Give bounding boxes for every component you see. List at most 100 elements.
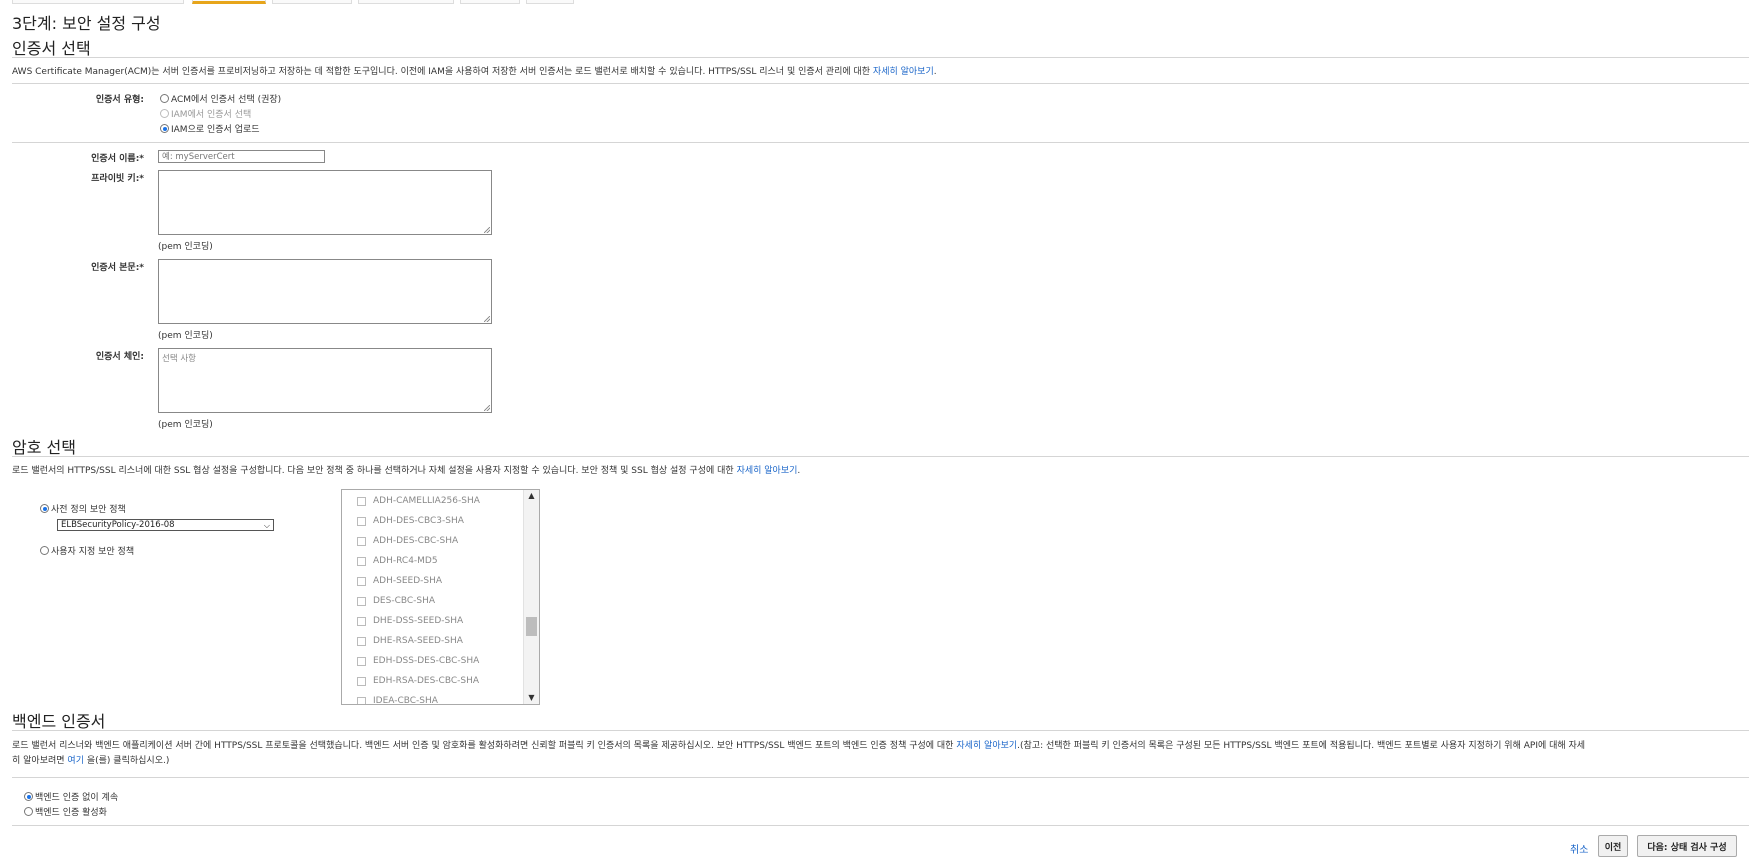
private-key-hint: (pem 인코딩): [158, 242, 213, 252]
cert-type-iam-upload-label: IAM으로 인증서 업로드: [171, 125, 260, 135]
radio-icon[interactable]: [24, 807, 33, 816]
checkbox-icon: [357, 696, 366, 704]
cipher-item: IDEA-CBC-SHA: [357, 696, 438, 705]
backend-no-auth-option[interactable]: 백엔드 인증 없이 계속: [24, 790, 118, 803]
security-policy-select[interactable]: ELBSecurityPolicy-2016-08 ⌵: [57, 519, 274, 531]
cert-learn-more-link[interactable]: 자세히 알아보기: [873, 67, 934, 77]
private-key-label: 프라이빗 키:*: [91, 174, 144, 184]
backend-auth-enable-option[interactable]: 백엔드 인증 활성화: [24, 805, 107, 818]
checkbox-icon: [357, 516, 366, 526]
cipher-label: ADH-CAMELLIA256-SHA: [373, 496, 480, 506]
cipher-label: DHE-RSA-SEED-SHA: [373, 636, 463, 646]
wizard-step-tab-active[interactable]: [192, 0, 266, 4]
cert-body-hint: (pem 인코딩): [158, 331, 213, 341]
checkbox-icon: [357, 536, 366, 546]
backend-no-auth-label: 백엔드 인증 없이 계속: [35, 793, 119, 803]
backend-description-text: 로드 밸런서 리스너와 백엔드 애플리케이션 서버 간에 HTTPS/SSL 프…: [12, 741, 954, 751]
checkbox-icon: [357, 616, 366, 626]
cert-type-acm-option[interactable]: ACM에서 인증서 선택 (권장): [160, 92, 281, 105]
cipher-learn-more-link[interactable]: 자세히 알아보기: [737, 466, 798, 476]
cipher-item: ADH-DES-CBC3-SHA: [357, 516, 464, 526]
cancel-link[interactable]: 취소: [1570, 841, 1588, 856]
wizard-step-tabs: [12, 0, 574, 4]
wizard-step-tab[interactable]: [526, 0, 574, 4]
page-title: 3단계: 보안 설정 구성: [12, 14, 161, 33]
checkbox-icon: [357, 676, 366, 686]
radio-icon[interactable]: [160, 124, 169, 133]
cipher-item: EDH-RSA-DES-CBC-SHA: [357, 676, 479, 686]
checkbox-icon: [357, 656, 366, 666]
backend-section-title: 백엔드 인증서: [12, 712, 106, 731]
cert-type-acm-label: ACM에서 인증서 선택 (권장): [171, 95, 282, 105]
divider: [12, 83, 1749, 84]
checkbox-icon: [357, 576, 366, 586]
wizard-step-tab[interactable]: [358, 0, 454, 4]
cipher-section-title: 암호 선택: [12, 438, 76, 457]
checkbox-icon: [357, 636, 366, 646]
radio-icon[interactable]: [40, 504, 49, 513]
cert-chain-hint: (pem 인코딩): [158, 420, 213, 430]
backend-description-line2-end: 을(를) 클릭하십시오.): [86, 756, 170, 766]
checkbox-icon: [357, 556, 366, 566]
next-health-check-button[interactable]: 다음: 상태 검사 구성: [1637, 835, 1737, 857]
radio-icon[interactable]: [24, 792, 33, 801]
cert-chain-textarea[interactable]: 선택 사항: [158, 348, 492, 413]
scroll-up-arrow-icon[interactable]: ▲: [524, 490, 539, 502]
checkbox-icon: [357, 596, 366, 606]
scroll-down-arrow-icon[interactable]: ▼: [524, 692, 539, 704]
chevron-down-icon: ⌵: [263, 521, 270, 530]
previous-button[interactable]: 이전: [1598, 835, 1628, 857]
private-key-textarea[interactable]: [158, 170, 492, 235]
cert-description-end: .: [933, 67, 937, 77]
cipher-item: DES-CBC-SHA: [357, 596, 435, 606]
cert-type-iam-upload-option[interactable]: IAM으로 인증서 업로드: [160, 122, 260, 135]
cipher-item: DHE-RSA-SEED-SHA: [357, 636, 463, 646]
cert-description-text: AWS Certificate Manager(ACM)는 서버 인증서를 프로…: [12, 67, 871, 77]
cert-body-textarea[interactable]: [158, 259, 492, 324]
cipher-item: ADH-SEED-SHA: [357, 576, 442, 586]
cipher-description-end: .: [797, 466, 801, 476]
cert-type-iam-select-option: IAM에서 인증서 선택: [160, 107, 251, 120]
security-policy-value: ELBSecurityPolicy-2016-08: [61, 520, 175, 530]
cipher-label: ADH-SEED-SHA: [373, 576, 443, 586]
divider: [12, 777, 1749, 778]
backend-section-description-line1: 로드 밸런서 리스너와 백엔드 애플리케이션 서버 간에 HTTPS/SSL 프…: [12, 738, 1585, 751]
radio-icon: [160, 109, 169, 118]
backend-here-link[interactable]: 여기: [67, 756, 84, 766]
cert-section-title: 인증서 선택: [12, 39, 91, 58]
divider: [12, 730, 1749, 731]
cipher-list-scrollbar[interactable]: ▲ ▼: [523, 490, 539, 704]
backend-learn-more-link[interactable]: 자세히 알아보기: [956, 741, 1017, 751]
backend-section-description-line2: 히 알아보려면 여기 을(를) 클릭하십시오.): [12, 753, 169, 766]
cipher-item: ADH-RC4-MD5: [357, 556, 438, 566]
wizard-step-tab[interactable]: [460, 0, 520, 4]
cipher-label: DHE-DSS-SEED-SHA: [373, 616, 464, 626]
cipher-label: ADH-RC4-MD5: [373, 556, 438, 566]
cert-name-input[interactable]: 예: myServerCert: [158, 150, 325, 163]
divider: [12, 142, 1749, 143]
predefined-policy-option[interactable]: 사전 정의 보안 정책: [40, 502, 126, 515]
radio-icon[interactable]: [40, 546, 49, 555]
backend-description-end: .(참고: 선택한 퍼블릭 키 인증서의 목록은 구성된 모든 HTTPS/SS…: [1017, 741, 1586, 751]
cipher-label: DES-CBC-SHA: [373, 596, 436, 606]
wizard-step-tab[interactable]: [12, 0, 184, 4]
backend-description-line2-start: 히 알아보려면: [12, 756, 65, 766]
custom-policy-option[interactable]: 사용자 지정 보안 정책: [40, 544, 134, 557]
radio-icon[interactable]: [160, 94, 169, 103]
cert-name-label: 인증서 이름:*: [91, 154, 144, 164]
cipher-item: DHE-DSS-SEED-SHA: [357, 616, 463, 626]
cipher-section-description: 로드 밸런서의 HTTPS/SSL 리스너에 대한 SSL 협상 설정을 구성합…: [12, 463, 800, 476]
cert-type-label: 인증서 유형:: [95, 95, 144, 105]
cipher-label: ADH-DES-CBC-SHA: [373, 536, 459, 546]
cert-section-description: AWS Certificate Manager(ACM)는 서버 인증서를 프로…: [12, 64, 937, 77]
cipher-label: IDEA-CBC-SHA: [373, 696, 438, 705]
cipher-item: ADH-CAMELLIA256-SHA: [357, 496, 480, 506]
cipher-label: EDH-DSS-DES-CBC-SHA: [373, 656, 480, 666]
cipher-item: EDH-DSS-DES-CBC-SHA: [357, 656, 479, 666]
cert-type-iam-select-label: IAM에서 인증서 선택: [171, 110, 252, 120]
scrollbar-thumb[interactable]: [526, 617, 537, 636]
cipher-list[interactable]: ADH-CAMELLIA256-SHA ADH-DES-CBC3-SHA ADH…: [341, 489, 540, 705]
cipher-item: ADH-DES-CBC-SHA: [357, 536, 458, 546]
cert-chain-label: 인증서 체인:: [95, 352, 144, 362]
wizard-step-tab[interactable]: [272, 0, 352, 4]
